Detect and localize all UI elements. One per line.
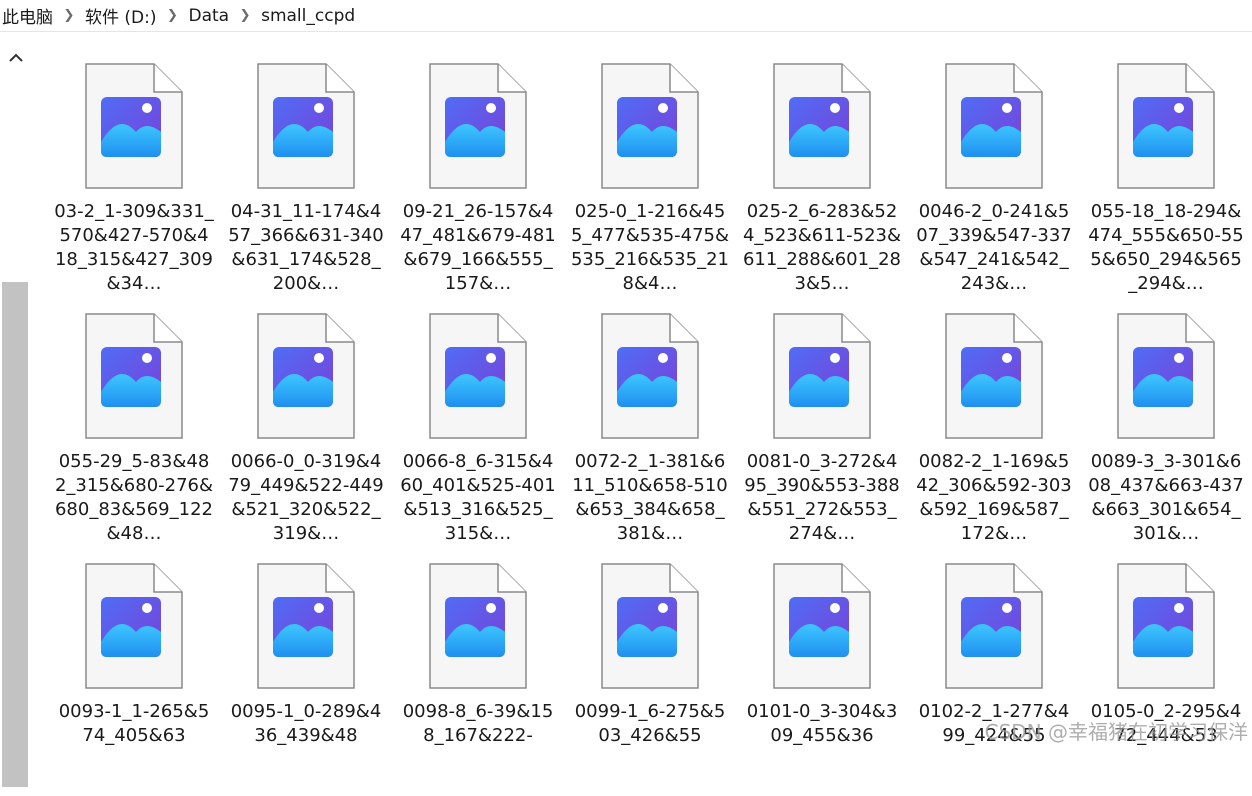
file-name: 0046-2_0-241&507_339&547-337&547_241&542…: [916, 201, 1072, 294]
file-name: 0102-2_1-277&499_424&55: [918, 701, 1070, 746]
image-file-icon: [1117, 563, 1215, 689]
image-file-icon: [85, 563, 183, 689]
image-file-icon: [429, 563, 527, 689]
file-tile[interactable]: 0081-0_3-272&495_390&553-388&551_272&553…: [736, 290, 908, 544]
file-name: 0099-1_6-275&503_426&55: [574, 701, 726, 746]
file-tile[interactable]: 055-29_5-83&482_315&680-276&680_83&569_1…: [48, 290, 220, 544]
image-file-icon: [945, 63, 1043, 189]
file-name: 0105-0_2-295&472_444&53: [1090, 701, 1242, 746]
file-name: 0082-2_1-169&542_306&592-303&592_169&587…: [916, 451, 1072, 544]
file-tile[interactable]: 04-31_11-174&457_366&631-340&631_174&528…: [220, 40, 392, 294]
file-name: 0101-0_3-304&309_455&36: [746, 701, 898, 746]
file-tile[interactable]: 0095-1_0-289&436_439&48: [220, 540, 392, 780]
breadcrumb: 此电脑 ❯ 软件 (D:) ❯ Data ❯ small_ccpd: [0, 0, 1252, 32]
vertical-scrollbar[interactable]: [0, 40, 32, 787]
image-file-icon: [257, 563, 355, 689]
file-tile[interactable]: 0093-1_1-265&574_405&63: [48, 540, 220, 780]
file-name: 025-0_1-216&455_477&535-475&535_216&535_…: [570, 201, 730, 294]
scroll-up-arrow-icon[interactable]: [6, 46, 26, 70]
image-file-icon: [1117, 63, 1215, 189]
file-tile[interactable]: 0046-2_0-241&507_339&547-337&547_241&542…: [908, 40, 1080, 294]
breadcrumb-small-ccpd-folder[interactable]: small_ccpd: [259, 6, 357, 26]
file-name: 03-2_1-309&331_570&427-570&418_315&427_3…: [54, 201, 214, 294]
file-name: 0095-1_0-289&436_439&48: [230, 701, 382, 746]
file-name: 055-18_18-294&474_555&650-555&650_294&56…: [1088, 201, 1244, 294]
image-file-icon: [601, 63, 699, 189]
file-name: 09-21_26-157&447_481&679-481&679_166&555…: [400, 201, 556, 294]
image-file-icon: [429, 63, 527, 189]
image-file-icon: [945, 563, 1043, 689]
breadcrumb-data-folder[interactable]: Data: [187, 6, 232, 26]
breadcrumb-drive-d[interactable]: 软件 (D:): [83, 3, 159, 28]
file-tile[interactable]: 0066-0_0-319&479_449&522-449&521_320&522…: [220, 290, 392, 544]
file-name: 0098-8_6-39&158_167&222-: [402, 701, 554, 746]
file-tile[interactable]: 0099-1_6-275&503_426&55: [564, 540, 736, 780]
breadcrumb-this-pc[interactable]: 此电脑: [0, 3, 55, 28]
image-file-icon: [85, 313, 183, 439]
file-tile[interactable]: 055-18_18-294&474_555&650-555&650_294&56…: [1080, 40, 1252, 294]
image-file-icon: [257, 63, 355, 189]
chevron-right-icon[interactable]: ❯: [159, 8, 187, 23]
file-name: 0081-0_3-272&495_390&553-388&551_272&553…: [744, 451, 900, 544]
watermark: CSDN @幸福猪在初学习保洋: [984, 720, 1248, 744]
file-tile[interactable]: 025-2_6-283&524_523&611-523&611_288&601_…: [736, 40, 908, 294]
file-tile[interactable]: 03-2_1-309&331_570&427-570&418_315&427_3…: [48, 40, 220, 294]
file-name: 0066-8_6-315&460_401&525-401&513_316&525…: [400, 451, 556, 544]
file-name: 055-29_5-83&482_315&680-276&680_83&569_1…: [54, 451, 214, 544]
scrollbar-thumb[interactable]: [2, 282, 28, 787]
image-file-icon: [1117, 313, 1215, 439]
file-tile[interactable]: 0066-8_6-315&460_401&525-401&513_316&525…: [392, 290, 564, 544]
file-name: 04-31_11-174&457_366&631-340&631_174&528…: [228, 201, 384, 294]
file-tile[interactable]: 0072-2_1-381&611_510&658-510&653_384&658…: [564, 290, 736, 544]
image-file-icon: [601, 313, 699, 439]
image-file-icon: [945, 313, 1043, 439]
file-tile[interactable]: 0098-8_6-39&158_167&222-: [392, 540, 564, 780]
file-tile[interactable]: 025-0_1-216&455_477&535-475&535_216&535_…: [564, 40, 736, 294]
file-tile[interactable]: 0101-0_3-304&309_455&36: [736, 540, 908, 780]
image-file-icon: [85, 63, 183, 189]
chevron-right-icon[interactable]: ❯: [231, 8, 259, 23]
image-file-icon: [773, 63, 871, 189]
image-file-icon: [601, 563, 699, 689]
file-name: 0089-3_3-301&608_437&663-437&663_301&654…: [1088, 451, 1244, 544]
file-name: 0072-2_1-381&611_510&658-510&653_384&658…: [572, 451, 728, 544]
image-file-icon: [773, 563, 871, 689]
file-tile[interactable]: 0082-2_1-169&542_306&592-303&592_169&587…: [908, 290, 1080, 544]
chevron-right-icon[interactable]: ❯: [55, 8, 83, 23]
image-file-icon: [429, 313, 527, 439]
file-name: 0093-1_1-265&574_405&63: [58, 701, 210, 746]
file-grid: 03-2_1-309&331_570&427-570&418_315&427_3…: [48, 40, 1252, 751]
file-tile[interactable]: 09-21_26-157&447_481&679-481&679_166&555…: [392, 40, 564, 294]
image-file-icon: [773, 313, 871, 439]
image-file-icon: [257, 313, 355, 439]
file-name: 0066-0_0-319&479_449&522-449&521_320&522…: [228, 451, 384, 544]
file-tile[interactable]: 0089-3_3-301&608_437&663-437&663_301&654…: [1080, 290, 1252, 544]
file-name: 025-2_6-283&524_523&611-523&611_288&601_…: [742, 201, 902, 294]
